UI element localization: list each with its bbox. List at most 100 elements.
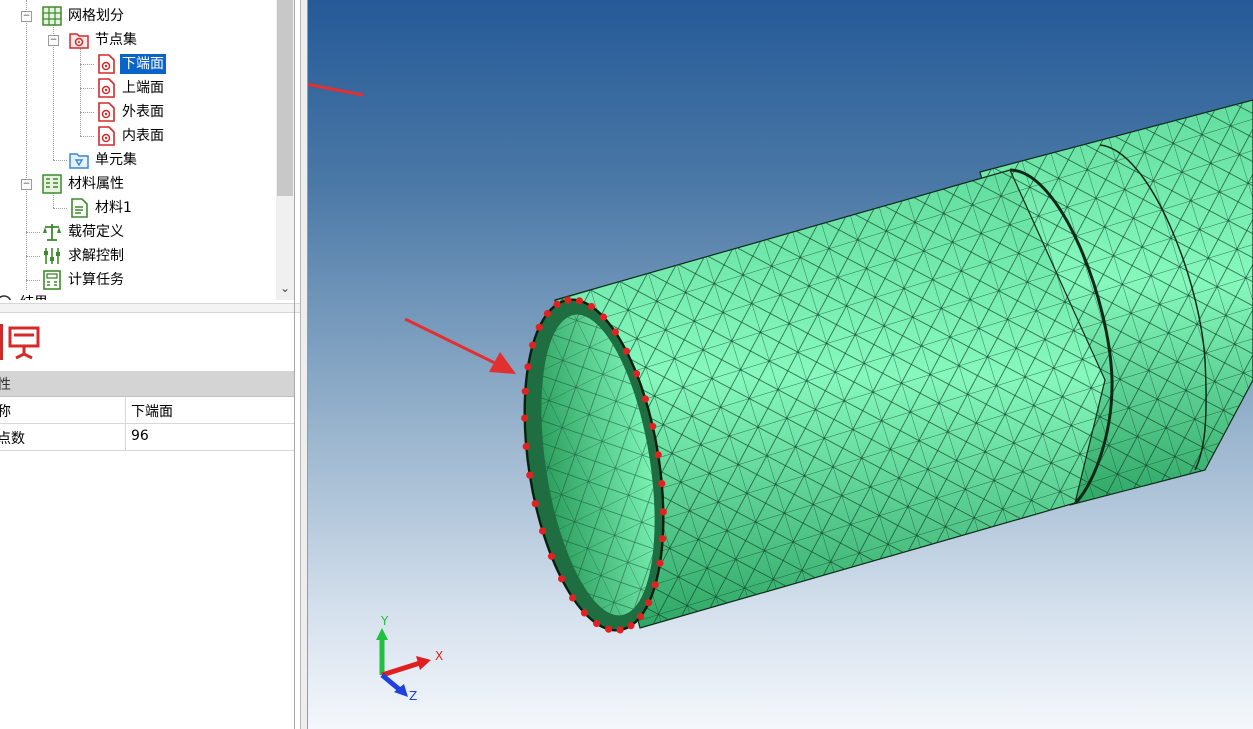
node-marker	[593, 619, 601, 628]
panel-border	[294, 0, 295, 729]
node-marker	[599, 313, 608, 321]
panel-splitter[interactable]	[0, 303, 300, 313]
tree-item-load-definition[interactable]: 载荷定义	[42, 221, 126, 243]
z-axis-label: Z	[409, 689, 417, 703]
annotation-arrow-tree	[308, 82, 364, 97]
property-row-node-count: 点数 96	[0, 424, 294, 451]
x-axis-label: X	[435, 649, 443, 663]
node-marker	[526, 471, 534, 479]
node-marker	[656, 559, 664, 567]
property-value[interactable]: 96	[131, 428, 149, 444]
node-set-folder-icon	[69, 30, 89, 50]
node-marker	[539, 527, 547, 535]
node-marker	[611, 328, 619, 336]
tree-item-label: 单元集	[95, 152, 137, 168]
tree-item-label: 节点集	[95, 32, 137, 48]
left-panel: − − − 网格划分 节点集 下端面 上端面 外表面 内表面 单元集 材料属性 …	[0, 0, 300, 729]
node-marker	[564, 296, 572, 304]
tree-item-bottom-face[interactable]: 下端面	[96, 53, 166, 75]
tree-item-label: 材料1	[95, 200, 132, 216]
node-set-icon	[96, 102, 116, 122]
node-marker	[622, 347, 631, 355]
properties-header: 性	[0, 371, 294, 397]
tree-item-mesh[interactable]: 网格划分	[42, 5, 126, 27]
node-marker	[535, 323, 543, 331]
results-icon	[0, 293, 14, 300]
node-marker	[627, 622, 635, 630]
x-axis-arrow-icon	[416, 656, 431, 670]
scrollbar-thumb[interactable]	[277, 0, 293, 196]
tree-item-label: 载荷定义	[68, 224, 124, 240]
tree-item-inner-surface[interactable]: 内表面	[96, 125, 166, 147]
node-set-properties-icon[interactable]	[8, 326, 42, 360]
node-marker	[531, 500, 539, 508]
node-marker	[521, 387, 529, 395]
node-marker	[558, 575, 566, 583]
properties-toolbar	[0, 316, 300, 368]
tree-item-outer-surface[interactable]: 外表面	[96, 101, 166, 123]
node-set-icon	[96, 54, 116, 74]
tree-item-label: 网格划分	[68, 8, 124, 24]
tree-item-material-1[interactable]: 材料1	[69, 197, 134, 219]
node-marker	[547, 552, 556, 560]
node-set-icon	[96, 78, 116, 98]
node-marker	[658, 480, 666, 488]
node-marker	[580, 609, 589, 617]
node-marker	[605, 625, 613, 633]
tree-item-material-properties[interactable]: 材料属性	[42, 173, 126, 195]
node-marker	[522, 442, 530, 450]
node-marker	[553, 300, 561, 308]
mesh-icon	[42, 6, 62, 26]
node-marker	[659, 508, 667, 516]
node-marker	[645, 599, 653, 607]
node-marker	[649, 422, 657, 430]
tree-item-compute-task[interactable]: 计算任务	[42, 269, 126, 291]
collapse-material-toggle[interactable]: −	[21, 179, 32, 190]
axis-triad: Y X Z	[376, 614, 443, 703]
node-marker	[659, 535, 667, 543]
tree-item-label: 结果	[18, 293, 50, 300]
node-marker	[654, 451, 662, 459]
node-marker	[636, 612, 645, 621]
property-key: 称	[0, 404, 11, 420]
tree-item-label: 外表面	[122, 104, 164, 120]
node-marker	[521, 414, 529, 422]
y-axis-label: Y	[380, 614, 389, 628]
collapse-node-set-toggle[interactable]: −	[48, 35, 59, 46]
3d-viewport[interactable]: Y X Z	[308, 0, 1253, 729]
tree-item-label: 下端面	[120, 54, 166, 74]
tree-item-top-face[interactable]: 上端面	[96, 77, 166, 99]
tree-item-label: 计算任务	[68, 272, 124, 288]
tree-item-element-set[interactable]: 单元集	[69, 149, 139, 171]
node-marker	[575, 297, 584, 305]
element-set-folder-icon	[69, 150, 89, 170]
tree-item-label: 上端面	[122, 80, 164, 96]
collapse-mesh-toggle[interactable]: −	[21, 11, 32, 22]
node-marker	[632, 370, 641, 378]
tree-item-label: 内表面	[122, 128, 164, 144]
y-axis-arrow-icon	[376, 628, 388, 640]
tree-item-node-set[interactable]: 节点集	[69, 29, 139, 51]
node-marker	[524, 363, 532, 371]
property-value[interactable]: 下端面	[131, 401, 173, 421]
properties-header-label: 性	[0, 377, 11, 393]
tree-scrollbar[interactable]: ⌄	[276, 0, 294, 300]
property-row-name: 称 下端面	[0, 397, 294, 424]
load-definition-icon	[42, 222, 62, 242]
model-tree: − − − 网格划分 节点集 下端面 上端面 外表面 内表面 单元集 材料属性 …	[0, 0, 276, 300]
node-marker	[616, 626, 624, 634]
node-marker	[543, 309, 552, 318]
material-document-icon	[69, 198, 89, 218]
tree-item-solve-control[interactable]: 求解控制	[42, 245, 126, 267]
annotation-arrow-model	[404, 317, 516, 374]
viewport-frame	[300, 0, 308, 729]
scroll-down-arrow-icon[interactable]: ⌄	[279, 282, 291, 294]
node-marker	[569, 594, 577, 602]
node-marker	[587, 302, 596, 311]
property-key: 点数	[0, 431, 25, 447]
node-marker	[641, 395, 650, 403]
node-set-icon	[96, 126, 116, 146]
node-marker	[651, 581, 659, 589]
tree-item-results[interactable]: 结果	[0, 292, 50, 300]
material-properties-icon	[42, 174, 62, 194]
